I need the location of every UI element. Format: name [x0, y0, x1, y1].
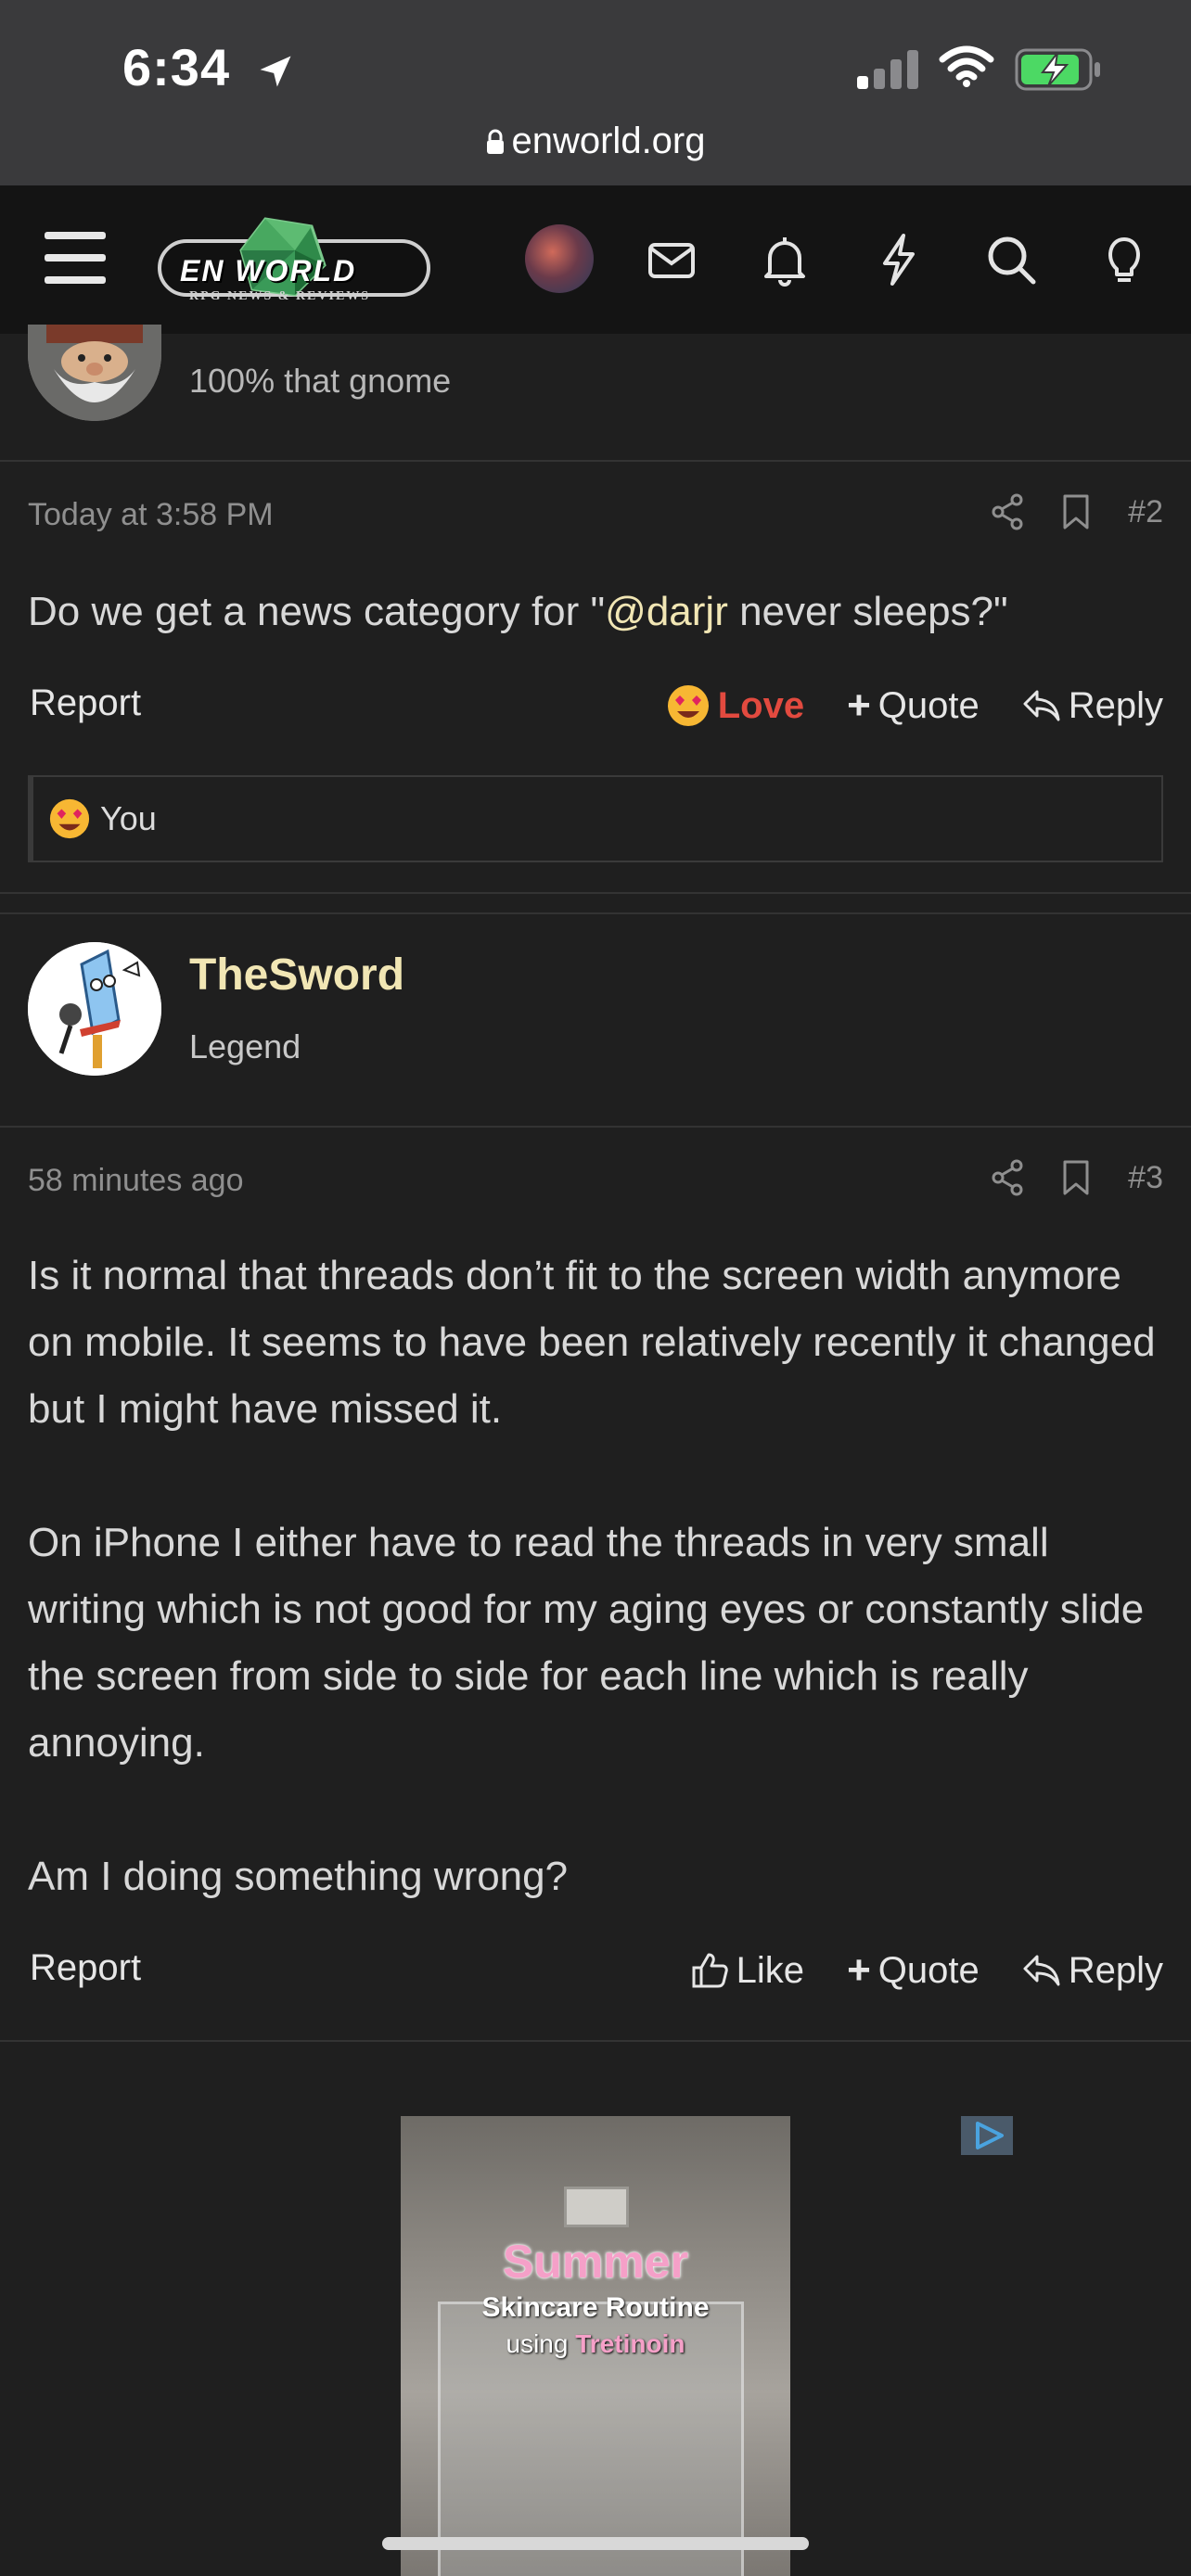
- ad-text: using: [506, 2329, 576, 2358]
- search-icon[interactable]: [983, 232, 1039, 287]
- mail-icon[interactable]: [644, 232, 699, 287]
- menu-icon[interactable]: [45, 232, 106, 284]
- quote-label: Quote: [877, 684, 980, 726]
- post-timestamp[interactable]: Today at 3:58 PM: [28, 497, 274, 533]
- logo-tagline: RPG NEWS & REVIEWS: [189, 289, 371, 303]
- author-user-title: 100% that gnome: [189, 362, 452, 400]
- post-author-bar: 100% that gnome: [0, 325, 1191, 462]
- ad-subtitle-2: using Tretinoin: [401, 2329, 790, 2359]
- site-header: EN WORLD RPG NEWS & REVIEWS: [0, 185, 1191, 334]
- plus-icon: +: [847, 682, 871, 728]
- post-paragraph: Is it normal that threads don’t fit to t…: [28, 1253, 1156, 1432]
- advertisement[interactable]: Summer Skincare Routine using Tretinoin: [401, 2116, 790, 2576]
- clock-text: 6:34: [122, 38, 231, 96]
- reply-icon: [1023, 690, 1060, 721]
- adchoices-icon[interactable]: [961, 2116, 1013, 2155]
- quote-button[interactable]: + Quote: [847, 682, 980, 729]
- love-label: Love: [717, 684, 805, 726]
- love-emoji-icon: [667, 685, 709, 726]
- like-label: Like: [736, 1949, 805, 1991]
- lock-icon: [487, 129, 505, 154]
- reply-label: Reply: [1068, 1949, 1163, 1991]
- bolt-icon[interactable]: [870, 232, 926, 287]
- post-number[interactable]: #3: [1128, 1160, 1163, 1196]
- post-number[interactable]: #2: [1128, 494, 1163, 530]
- post-paragraph: On iPhone I either have to read the thre…: [28, 1520, 1145, 1766]
- quote-button[interactable]: + Quote: [847, 1947, 980, 1994]
- url-text: enworld.org: [511, 121, 706, 161]
- battery-charging-icon: [1015, 48, 1100, 91]
- reply-icon: [1023, 1955, 1060, 1986]
- post-paragraph: Am I doing something wrong?: [28, 1854, 569, 1899]
- post-meta-actions: #2: [991, 493, 1163, 530]
- like-button[interactable]: Like: [690, 1950, 804, 1992]
- thumbs-up-icon: [692, 1953, 728, 1988]
- post-divider: [0, 912, 1191, 914]
- bookmark-icon[interactable]: [1061, 1159, 1091, 1196]
- post-text: Do we get a news category for ": [28, 589, 606, 634]
- user-avatar[interactable]: [525, 224, 594, 293]
- reaction-user: You: [100, 799, 157, 837]
- reply-button[interactable]: Reply: [1022, 685, 1163, 727]
- post-divider: [0, 1126, 1191, 1128]
- post-text-end: never sleeps?": [727, 589, 1008, 634]
- post-body: Do we get a news category for "@darjr ne…: [28, 579, 1169, 645]
- post-timestamp[interactable]: 58 minutes ago: [28, 1163, 244, 1199]
- post-divider: [0, 892, 1191, 894]
- report-button[interactable]: Report: [30, 1947, 141, 1989]
- author-avatar[interactable]: [28, 325, 161, 421]
- user-mention[interactable]: @darjr: [605, 589, 728, 634]
- ad-image-vent: [564, 2187, 629, 2227]
- reply-button[interactable]: Reply: [1022, 1950, 1163, 1992]
- plus-icon: +: [847, 1947, 871, 1993]
- post-action-row: Report Love + Quote Reply: [30, 682, 1163, 738]
- wifi-icon: [939, 45, 994, 87]
- status-bar: 6:34 enworld.org: [0, 0, 1191, 185]
- bookmark-icon[interactable]: [1061, 493, 1091, 530]
- ad-highlight: Tretinoin: [575, 2329, 685, 2358]
- location-arrow-icon: [260, 56, 291, 87]
- reply-label: Reply: [1068, 684, 1163, 726]
- post-action-row: Report Like + Quote Reply: [30, 1947, 1163, 2003]
- reactions-summary[interactable]: You: [28, 775, 1163, 862]
- bell-icon[interactable]: [757, 232, 813, 287]
- signal-icon: [857, 48, 918, 89]
- post-body: Is it normal that threads don’t fit to t…: [28, 1243, 1169, 1910]
- post-divider: [0, 2040, 1191, 2042]
- share-icon[interactable]: [991, 493, 1024, 530]
- author-username[interactable]: TheSword: [189, 950, 404, 1001]
- home-indicator[interactable]: [382, 2537, 809, 2550]
- love-reaction-button[interactable]: Love: [666, 683, 804, 728]
- ad-title: Summer: [502, 2236, 689, 2288]
- love-emoji-icon: [49, 798, 90, 839]
- clock: 6:34: [122, 37, 296, 97]
- quote-label: Quote: [877, 1949, 980, 1991]
- ad-subtitle: Skincare Routine: [481, 2292, 710, 2323]
- author-user-title: Legend: [189, 1027, 301, 1065]
- site-logo[interactable]: EN WORLD RPG NEWS & REVIEWS: [156, 213, 434, 310]
- report-button[interactable]: Report: [30, 682, 141, 724]
- post-meta-actions: #3: [991, 1159, 1163, 1196]
- logo-text: EN WORLD: [180, 254, 357, 287]
- url-bar[interactable]: enworld.org: [0, 121, 1191, 162]
- share-icon[interactable]: [991, 1159, 1024, 1196]
- author-avatar[interactable]: [28, 942, 161, 1076]
- lightbulb-icon[interactable]: [1096, 232, 1152, 287]
